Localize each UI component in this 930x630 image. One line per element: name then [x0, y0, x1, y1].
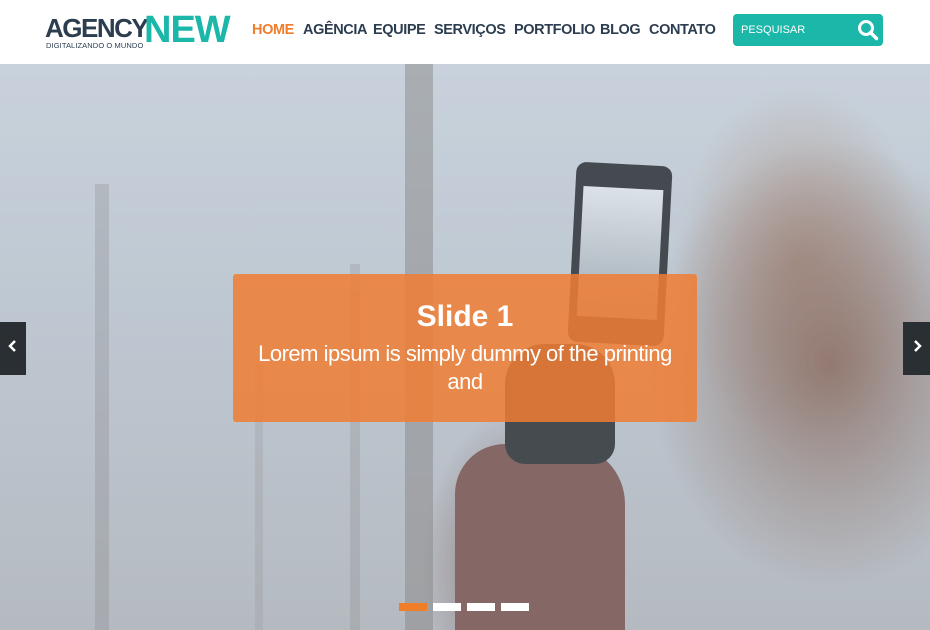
- slide-text: Lorem ipsum is simply dummy of the print…: [258, 341, 672, 394]
- slider-indicator-4[interactable]: [501, 603, 529, 611]
- chevron-right-icon: [912, 339, 922, 358]
- slide-title: Slide 1: [416, 300, 514, 333]
- site-header: AGENCY NEW DIGITALIZANDO O MUNDO HOME AG…: [0, 0, 930, 64]
- logo-text-new: NEW: [144, 9, 231, 51]
- nav-item-portfolio[interactable]: PORTFOLIO: [514, 20, 595, 40]
- nav-item-agencia[interactable]: AGÊNCIA: [303, 20, 367, 40]
- hero-slider: Slide 1 Lorem ipsum is simply dummy of t…: [0, 64, 930, 630]
- brand-logo[interactable]: AGENCY NEW DIGITALIZANDO O MUNDO: [45, 9, 235, 54]
- nav-item-contato[interactable]: CONTATO: [649, 20, 716, 40]
- search-box: [733, 14, 883, 46]
- chevron-left-icon: [7, 339, 18, 358]
- nav-item-servicos[interactable]: SERVIÇOS: [434, 20, 506, 40]
- slide-caption: Slide 1 Lorem ipsum is simply dummy of t…: [233, 274, 697, 422]
- slider-next-button[interactable]: [903, 322, 930, 375]
- slider-indicator-3[interactable]: [467, 603, 495, 611]
- nav-item-blog[interactable]: BLOG: [600, 20, 641, 40]
- logo-tagline: DIGITALIZANDO O MUNDO: [46, 41, 144, 50]
- nav-item-home[interactable]: HOME: [252, 20, 294, 40]
- search-input[interactable]: [741, 20, 849, 40]
- slider-prev-button[interactable]: [0, 322, 26, 375]
- slider-indicator-2[interactable]: [433, 603, 461, 611]
- search-icon[interactable]: [857, 19, 879, 41]
- slider-indicator-1[interactable]: [399, 603, 427, 611]
- logo-text-agency: AGENCY: [45, 13, 149, 43]
- nav-item-equipe[interactable]: EQUIPE: [373, 20, 426, 40]
